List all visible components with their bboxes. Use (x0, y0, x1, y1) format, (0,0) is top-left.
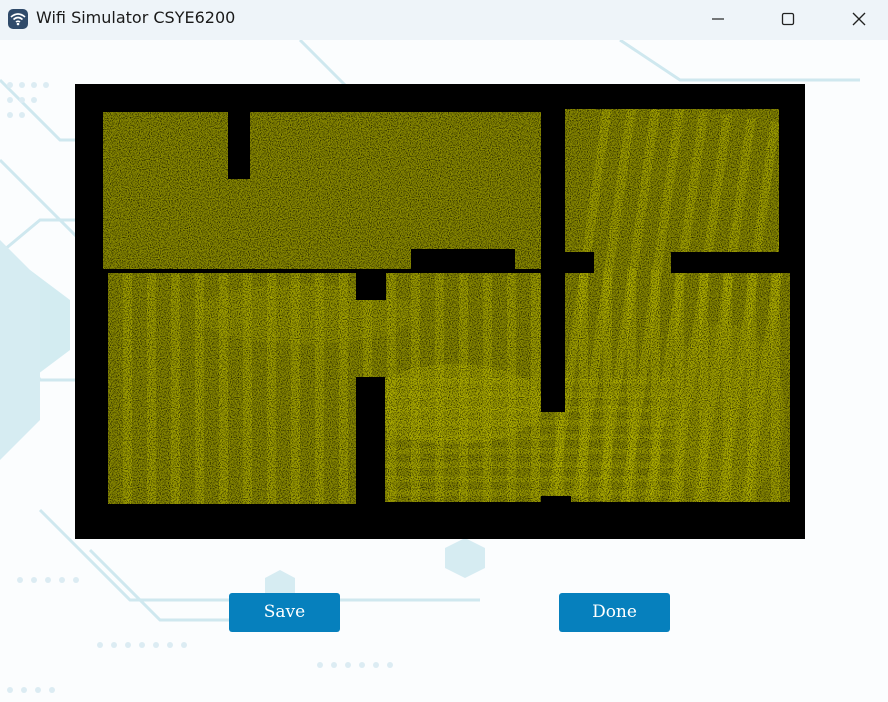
floor-plan-heatmap (75, 84, 805, 539)
window-title: Wifi Simulator CSYE6200 (36, 8, 236, 27)
minimize-button[interactable] (695, 0, 741, 38)
wifi-icon (8, 9, 28, 29)
save-button[interactable]: Save (229, 593, 340, 632)
maximize-button[interactable] (765, 0, 811, 38)
close-icon (852, 12, 866, 26)
done-button[interactable]: Done (559, 593, 670, 632)
minimize-icon (712, 18, 724, 20)
title-bar: Wifi Simulator CSYE6200 (0, 0, 888, 40)
signal-heatmap (75, 84, 805, 539)
close-button[interactable] (836, 0, 882, 38)
maximize-icon (781, 12, 795, 26)
signal-coverage (103, 109, 790, 504)
app-window: Wifi Simulator CSYE6200 Save Done (0, 0, 888, 702)
